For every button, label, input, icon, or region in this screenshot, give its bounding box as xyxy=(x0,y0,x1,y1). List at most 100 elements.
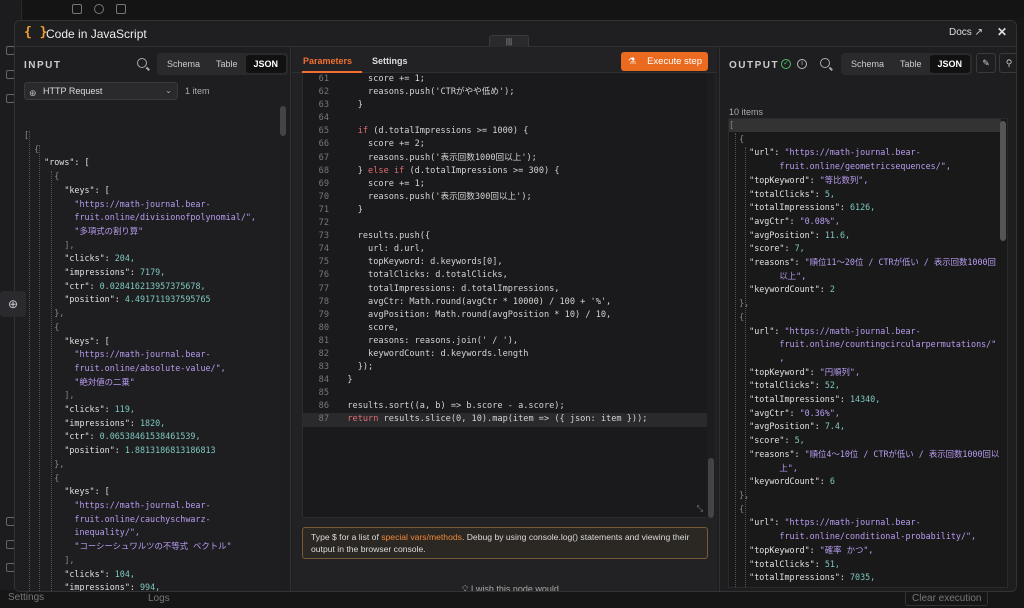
code-line: 82 keywordCount: d.keywords.length xyxy=(303,348,707,361)
line-number: 71 xyxy=(318,204,329,215)
editor-scrollbar[interactable] xyxy=(707,73,715,518)
add-icon[interactable] xyxy=(72,4,82,14)
code-line: 62 reasons.push('CTRがやや低め'); xyxy=(303,86,707,99)
pin-icon[interactable]: ⚲ xyxy=(999,53,1016,73)
json-line: ], xyxy=(24,239,75,250)
line-number: 83 xyxy=(318,362,329,373)
json-line: { xyxy=(24,472,60,483)
json-line: "totalClicks": 51, xyxy=(729,558,840,569)
search-icon[interactable] xyxy=(94,4,104,14)
view-schema-tab[interactable]: Schema xyxy=(843,55,892,73)
json-line: "clicks": 104, xyxy=(24,568,135,579)
json-line: inequality/", xyxy=(24,527,140,538)
code-line: 72 xyxy=(303,217,707,230)
tab-parameters[interactable]: Parameters xyxy=(303,56,352,66)
info-icon[interactable]: i xyxy=(797,59,807,69)
json-line: "keys": [ xyxy=(24,184,110,195)
code-line: 86 results.sort((a, b) => b.score - a.sc… xyxy=(303,400,707,413)
line-number: 65 xyxy=(318,126,329,137)
close-icon[interactable]: ✕ xyxy=(997,25,1007,39)
code-line: 78 avgCtr: Math.round(avgCtr * 10000) / … xyxy=(303,296,707,309)
json-line: "score": 5, xyxy=(729,435,805,446)
code-line: 84 } xyxy=(303,374,707,387)
input-node-select[interactable]: ⊕ HTTP Request ⌄ xyxy=(24,82,178,100)
code-text: reasons.push('表示回数300回以上'); xyxy=(337,191,532,202)
json-line: "totalClicks": 52, xyxy=(729,380,840,391)
code-text: score, xyxy=(337,322,400,333)
json-line: "keywordCount": 2 xyxy=(729,284,835,295)
json-line: "多項式の割り算" xyxy=(24,225,144,236)
json-line: , xyxy=(729,352,785,363)
json-line: { xyxy=(24,143,40,154)
output-panel: OUTPUT ✓ i Schema Table JSON ✎ ⚲ 10 item… xyxy=(719,47,1016,591)
json-line: [ xyxy=(24,130,30,140)
output-scrollbar[interactable] xyxy=(1000,121,1006,241)
json-line: 以上", xyxy=(729,270,807,281)
code-line: 61 score += 1; xyxy=(303,73,707,86)
line-number: 62 xyxy=(318,87,329,98)
line-number: 64 xyxy=(318,113,329,124)
json-line: "ctr": 0.06538461538461539, xyxy=(24,431,201,442)
code-text: reasons.push('CTRがやや低め'); xyxy=(337,87,515,98)
code-line: 87 return results.slice(0, 10).map(item … xyxy=(303,413,707,427)
json-line: "position": 4.491711937595765 xyxy=(24,294,211,305)
execute-step-button[interactable]: ⚗ Execute step xyxy=(621,52,708,71)
logs-tab[interactable]: Logs xyxy=(148,593,170,604)
feedback-link[interactable]: 💡︎ I wish this node would... xyxy=(462,584,566,592)
view-json-tab[interactable]: JSON xyxy=(245,55,287,73)
line-number: 78 xyxy=(318,296,329,307)
code-line: 73 results.push({ xyxy=(303,230,707,243)
json-line: fruit.online/geometricsequences/", xyxy=(729,161,951,172)
view-table-tab[interactable]: Table xyxy=(208,55,246,73)
input-scrollbar[interactable] xyxy=(280,106,286,591)
json-line: { xyxy=(729,311,745,322)
code-text: reasons.push('表示回数1000回以上'); xyxy=(337,152,537,163)
line-number: 74 xyxy=(318,244,329,255)
code-text: topKeyword: d.keywords[0], xyxy=(337,257,503,268)
lightbulb-icon: 💡︎ xyxy=(462,584,469,592)
code-text: reasons: reasons.join(' / '), xyxy=(337,335,519,346)
special-vars-link[interactable]: special vars/methods xyxy=(381,532,462,542)
line-number: 77 xyxy=(318,283,329,294)
line-number: 70 xyxy=(318,191,329,202)
code-lines: 61 score += 1; 62 reasons.push('CTRがやや低め'… xyxy=(303,73,707,427)
tab-settings[interactable]: Settings xyxy=(372,56,408,66)
json-line: "コーシーシュワルツの不等式 ベクトル" xyxy=(24,541,232,552)
line-number: 63 xyxy=(318,100,329,111)
json-line: "impressions": 1820, xyxy=(24,417,166,428)
code-text: if (d.totalImpressions >= 1000) { xyxy=(357,126,529,137)
edit-icon[interactable]: ✎ xyxy=(976,53,996,73)
json-line: "avgCtr": "0.08%", xyxy=(729,215,840,226)
json-line: "impressions": 7179, xyxy=(24,267,166,278)
settings-link[interactable]: Settings xyxy=(8,592,44,603)
json-line: "keywordCount": 6 xyxy=(729,476,835,487)
docs-link[interactable]: Docs ↗ xyxy=(949,27,983,38)
code-editor[interactable]: 61 score += 1; 62 reasons.push('CTRがやや低め'… xyxy=(302,73,708,518)
flask-icon: ⚗ xyxy=(628,56,637,66)
search-icon[interactable] xyxy=(820,58,830,68)
json-line: "totalImpressions": 7035, xyxy=(729,572,876,583)
json-line: ], xyxy=(24,390,75,401)
app-topbar: n8n xyxy=(0,0,1024,18)
code-line: 79 avgPosition: Math.round(avgPosition *… xyxy=(303,309,707,322)
external-link-icon: ↗ xyxy=(974,27,983,38)
resize-icon[interactable]: ⤡ xyxy=(697,504,703,514)
node-globe-button[interactable]: ⊕ xyxy=(0,291,26,317)
view-schema-tab[interactable]: Schema xyxy=(159,55,208,73)
search-icon[interactable] xyxy=(137,58,147,68)
view-table-tab[interactable]: Table xyxy=(892,55,930,73)
line-number: 66 xyxy=(318,139,329,150)
json-line: "rows": [ xyxy=(24,157,90,168)
json-line: fruit.online/countingcircularpermutation… xyxy=(729,339,997,350)
json-line: "totalClicks": 5, xyxy=(729,188,835,199)
app-bottombar: Settings Logs Clear execution xyxy=(0,590,1024,608)
output-title: OUTPUT xyxy=(729,60,780,71)
view-json-tab[interactable]: JSON xyxy=(929,55,971,73)
sidebar-toggle-icon[interactable] xyxy=(116,4,126,14)
line-number: 85 xyxy=(318,388,329,399)
clear-execution-button[interactable]: Clear execution xyxy=(905,591,989,606)
parameters-panel: Parameters Settings ⚗ Execute step 61 sc… xyxy=(292,47,717,592)
json-line: "https://math-journal.bear- xyxy=(24,349,211,360)
code-line: 64 xyxy=(303,112,707,125)
code-line: 63 } xyxy=(303,99,707,112)
